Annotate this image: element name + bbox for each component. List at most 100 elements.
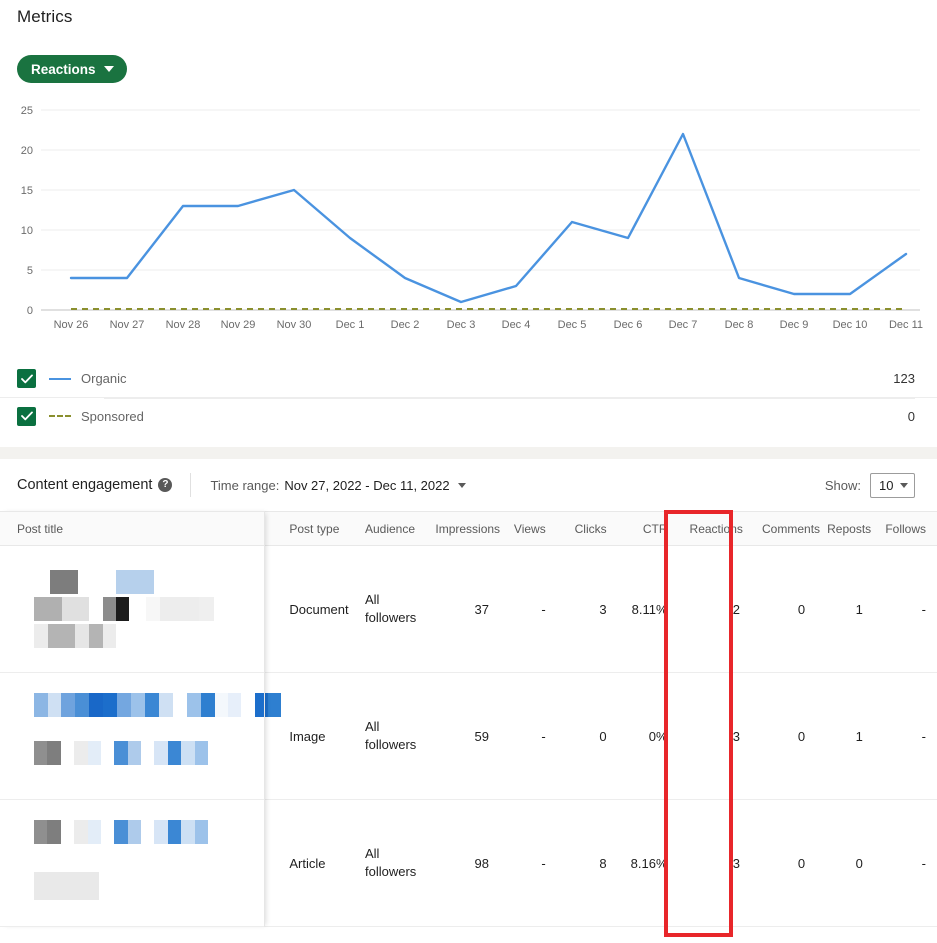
content-engagement-card: Content engagement ? Time range: Nov 27,… [0, 459, 937, 943]
column-header-ctr[interactable]: CTR [617, 511, 679, 546]
cell-post-title[interactable] [0, 799, 279, 927]
show-select[interactable]: 10 [870, 472, 915, 498]
chart-y-axis-ticks: 25 20 15 10 5 0 [21, 105, 33, 317]
table-row[interactable]: Image All followers 59 - 0 0% 3 0 1 - [0, 672, 937, 800]
cell-follows: - [873, 672, 937, 800]
cell-comments: 0 [751, 799, 817, 927]
column-header-reactions[interactable]: Reactions [678, 511, 752, 546]
cell-reactions: 2 [678, 545, 752, 673]
svg-text:Nov 29: Nov 29 [221, 319, 256, 331]
show-value: 10 [879, 477, 894, 493]
table-header-row: Post title Post type Audience Impression… [0, 511, 937, 546]
show-control: Show: 10 [824, 472, 915, 498]
show-label: Show: [824, 477, 861, 493]
metrics-line-chart: 25 20 15 10 5 0 Nov 26 Nov 27 Nov 28 Nov… [0, 96, 937, 336]
column-header-comments[interactable]: Comments [751, 511, 820, 546]
svg-text:Dec 10: Dec 10 [833, 319, 868, 331]
chart-x-axis-ticks: Nov 26 Nov 27 Nov 28 Nov 29 Nov 30 Dec 1… [54, 319, 923, 331]
cell-post-type: Document [278, 545, 354, 673]
cell-ctr: 8.16% [617, 799, 679, 927]
column-header-reposts[interactable]: Reposts [816, 511, 874, 546]
chart-legend: Organic 123 Sponsored 0 [0, 360, 937, 434]
column-header-post-type[interactable]: Post type [278, 511, 354, 546]
redacted-post-title [17, 687, 281, 768]
cell-audience: All followers [353, 799, 425, 927]
cell-reposts: 1 [816, 545, 874, 673]
content-engagement-header: Content engagement ? Time range: Nov 27,… [0, 459, 937, 511]
svg-text:20: 20 [21, 145, 33, 157]
legend-line-dashed-icon [49, 415, 71, 417]
cell-ctr: 0% [617, 672, 679, 800]
content-engagement-title: Content engagement ? [17, 477, 173, 493]
chevron-down-icon [457, 482, 466, 488]
header-divider [190, 473, 192, 497]
svg-text:Dec 2: Dec 2 [391, 319, 420, 331]
svg-text:Dec 11: Dec 11 [889, 319, 923, 331]
content-engagement-title-text: Content engagement [17, 477, 153, 493]
column-header-follows[interactable]: Follows [873, 511, 937, 546]
svg-text:Nov 28: Nov 28 [166, 319, 201, 331]
cell-views: - [499, 799, 557, 927]
svg-text:Dec 6: Dec 6 [614, 319, 643, 331]
column-header-views[interactable]: Views [499, 511, 557, 546]
cell-post-type: Image [278, 672, 354, 800]
table-body: Document All followers 37 - 3 8.11% 2 0 … [0, 545, 937, 927]
cell-ctr: 8.11% [617, 545, 679, 673]
chart-series-organic [69, 132, 908, 304]
column-header-impressions[interactable]: Impressions [424, 511, 500, 546]
cell-follows: - [873, 799, 937, 927]
column-header-audience[interactable]: Audience [353, 511, 425, 546]
redacted-post-title [17, 814, 267, 903]
svg-text:5: 5 [27, 265, 33, 277]
question-mark-icon[interactable]: ? [158, 478, 173, 492]
cell-post-title[interactable] [0, 545, 279, 673]
table-row[interactable]: Article All followers 98 - 8 8.16% 3 0 0… [0, 799, 937, 927]
cell-views: - [499, 545, 557, 673]
svg-text:Nov 26: Nov 26 [54, 319, 89, 331]
legend-divider [104, 398, 915, 399]
cell-impressions: 37 [424, 545, 500, 673]
svg-text:10: 10 [21, 225, 33, 237]
svg-text:25: 25 [21, 105, 33, 117]
legend-checkbox-organic[interactable] [17, 369, 36, 388]
legend-checkbox-sponsored[interactable] [17, 406, 36, 426]
cell-reposts: 0 [816, 799, 874, 927]
svg-text:Nov 27: Nov 27 [110, 319, 145, 331]
cell-reposts: 1 [816, 672, 874, 800]
cell-post-title[interactable] [0, 672, 281, 800]
legend-value-sponsored: 0 [907, 408, 915, 424]
metric-selector-label: Reactions [31, 61, 96, 77]
metrics-card: Metrics Reactions 25 20 15 10 5 0 Nov 26… [0, 0, 937, 447]
cell-impressions: 98 [424, 799, 500, 927]
table-row[interactable]: Document All followers 37 - 3 8.11% 2 0 … [0, 545, 937, 673]
time-range-label: Time range: [210, 477, 280, 493]
metric-selector-button[interactable]: Reactions [17, 55, 127, 83]
column-header-clicks[interactable]: Clicks [556, 511, 618, 546]
redacted-post-title [17, 560, 267, 651]
cell-audience: All followers [353, 545, 425, 673]
time-range-value: Nov 27, 2022 - Dec 11, 2022 [284, 477, 450, 493]
legend-row-sponsored[interactable]: Sponsored 0 [0, 397, 937, 434]
svg-text:Dec 3: Dec 3 [447, 319, 476, 331]
svg-text:Dec 7: Dec 7 [669, 319, 698, 331]
content-engagement-table-area: Post title Post type Audience Impression… [0, 511, 937, 927]
cell-reactions: 3 [678, 799, 752, 927]
cell-impressions: 59 [424, 672, 500, 800]
svg-text:Dec 4: Dec 4 [502, 319, 531, 331]
cell-audience: All followers [353, 672, 425, 800]
column-header-post-title[interactable]: Post title [0, 511, 279, 546]
time-range-selector[interactable]: Time range: Nov 27, 2022 - Dec 11, 2022 [210, 477, 466, 493]
metrics-page: Metrics Reactions 25 20 15 10 5 0 Nov 26… [0, 0, 937, 943]
legend-line-solid-icon [49, 377, 71, 380]
svg-text:Nov 30: Nov 30 [277, 319, 312, 331]
chart-gridlines [41, 109, 920, 311]
svg-text:0: 0 [27, 305, 33, 317]
page-title: Metrics [17, 7, 73, 26]
cell-follows: - [873, 545, 937, 673]
legend-value-organic: 123 [893, 371, 915, 386]
chevron-down-icon [900, 482, 908, 488]
legend-row-organic[interactable]: Organic 123 [0, 360, 937, 397]
cell-clicks: 3 [556, 545, 618, 673]
svg-text:Dec 9: Dec 9 [780, 319, 809, 331]
svg-text:Dec 8: Dec 8 [725, 319, 754, 331]
